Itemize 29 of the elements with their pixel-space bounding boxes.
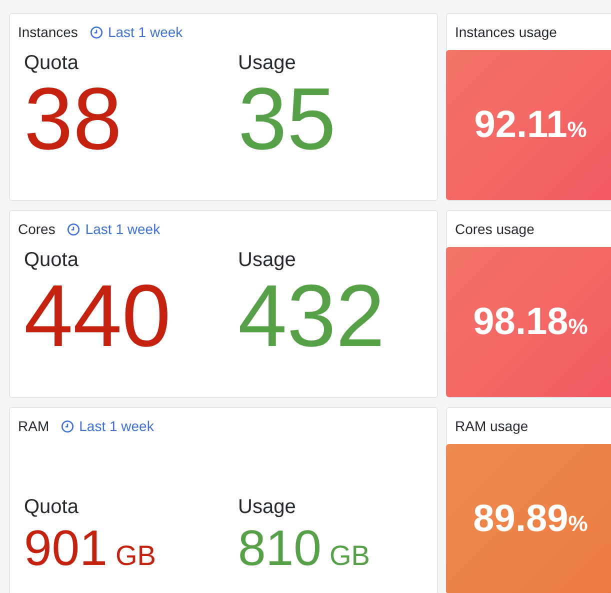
panel-title: RAM usage [455,418,528,434]
usage-percent: 98.18% [473,300,588,344]
quota-label: Quota [24,496,80,519]
usage-label: Usage [238,249,297,272]
panel-title: Cores usage [455,221,534,237]
unit-label: GB [115,542,156,570]
quota-label: Quota [24,52,80,75]
time-range-link[interactable]: Last 1 week [61,418,154,434]
usage-label: Usage [238,496,297,519]
usage-value: 432 [238,272,385,360]
quota-label: Quota [24,249,80,272]
usage-percent: 92.11% [474,104,587,146]
panel-title: Cores [18,221,56,237]
panel-title: Instances [18,24,78,40]
clock-icon [61,420,74,432]
quota-value: 440 [24,272,171,360]
quota-value: 38 [24,75,122,163]
time-range-link[interactable]: Last 1 week [90,24,183,40]
usage-percent: 89.89% [473,498,588,540]
usage-value: 35 [238,75,336,163]
quota-value: 901 [24,523,108,573]
usage-label: Usage [238,52,297,75]
panel-title: Instances usage [455,24,557,40]
clock-icon [67,222,80,236]
unit-label: GB [329,542,370,570]
time-range-link[interactable]: Last 1 week [67,221,160,237]
usage-value: 810 [238,523,322,573]
clock-icon [90,26,103,38]
panel-title: RAM [18,418,50,434]
